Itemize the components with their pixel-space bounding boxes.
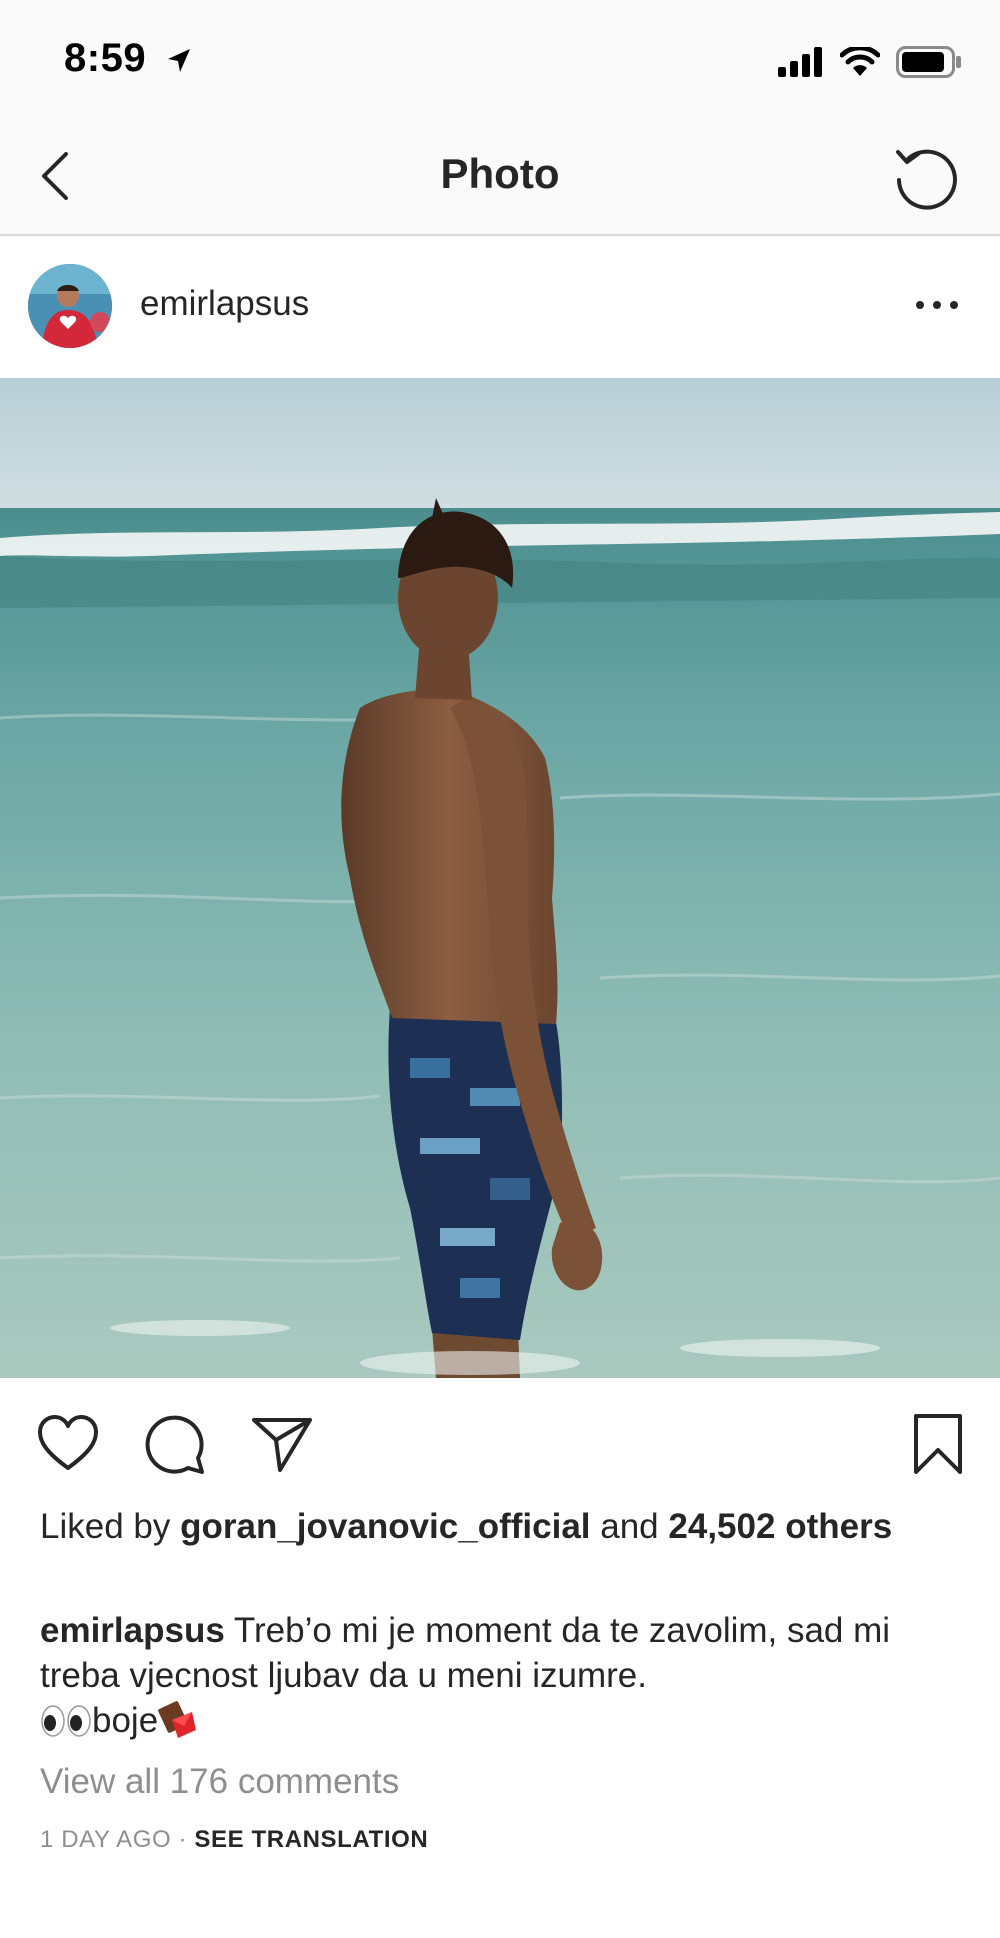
beach-photo — [0, 378, 1000, 1378]
post-caption: emirlapsus Treb’o mi je moment da te zav… — [40, 1608, 960, 1743]
see-translation-link[interactable]: SEE TRANSLATION — [194, 1826, 428, 1853]
likes-joiner: and — [600, 1507, 659, 1546]
caption-username[interactable]: emirlapsus — [40, 1611, 225, 1650]
likes-suffix[interactable]: others — [785, 1507, 892, 1546]
status-time: 8:59 — [64, 36, 147, 80]
likes-count[interactable]: 24,502 — [668, 1507, 775, 1546]
nav-bar: Photo — [0, 120, 1000, 236]
likes-summary[interactable]: Liked by goran_jovanovic_official and 24… — [40, 1505, 960, 1548]
status-indicators — [778, 44, 962, 80]
bookmark-icon[interactable] — [906, 1412, 970, 1476]
refresh-icon[interactable] — [890, 140, 964, 214]
page-title: Photo — [440, 150, 560, 197]
location-arrow-icon — [168, 49, 190, 72]
battery-icon — [896, 46, 961, 78]
post-photo[interactable] — [0, 378, 1000, 1378]
post-header: emirlapsus — [0, 236, 1000, 376]
eyes-emoji-icon — [41, 1705, 91, 1737]
likes-prefix: Liked by — [40, 1507, 171, 1546]
signal-icon — [778, 47, 822, 77]
chocolate-emoji-icon — [158, 1701, 197, 1738]
wifi-icon — [840, 47, 880, 76]
heart-icon[interactable] — [36, 1412, 100, 1476]
comment-icon[interactable] — [144, 1412, 208, 1476]
avatar-image — [28, 264, 112, 348]
avatar[interactable] — [28, 264, 112, 348]
post-meta: 1 DAY AGO · SEE TRANSLATION — [40, 1826, 428, 1854]
post-timestamp: 1 DAY AGO — [40, 1826, 172, 1853]
meta-separator: · — [178, 1826, 188, 1853]
likes-liker[interactable]: goran_jovanovic_official — [180, 1507, 590, 1546]
caption-line3-word: boje — [92, 1701, 159, 1740]
view-all-comments-link[interactable]: View all 176 comments — [40, 1762, 399, 1802]
post-username[interactable]: emirlapsus — [140, 284, 309, 324]
more-dots-icon[interactable] — [912, 290, 962, 320]
share-icon[interactable] — [250, 1412, 314, 1476]
post-actions — [0, 1378, 1000, 1502]
status-bar: 8:59 — [0, 0, 1000, 120]
